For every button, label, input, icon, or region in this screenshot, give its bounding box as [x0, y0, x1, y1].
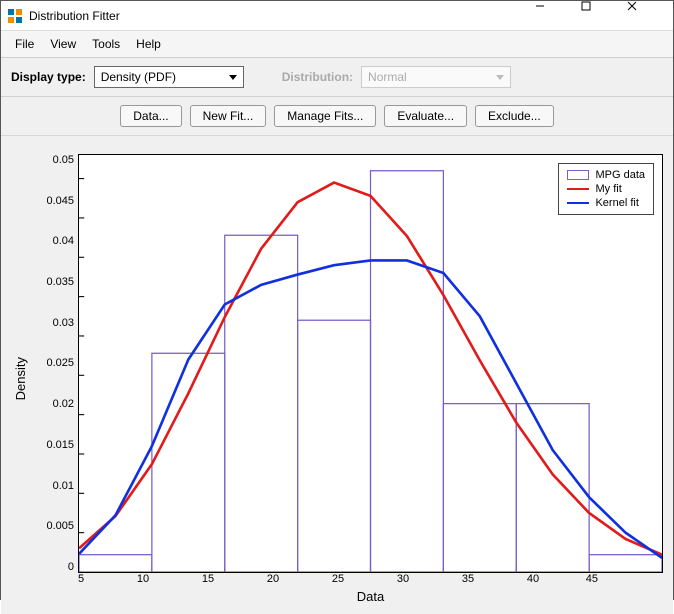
- display-type-value: Density (PDF): [101, 70, 176, 84]
- y-axis-label: Density: [11, 357, 30, 400]
- legend: MPG data My fit Kernel fit: [558, 163, 654, 215]
- x-ticks: 51015202530354045: [78, 573, 663, 585]
- legend-label-myfit: My fit: [595, 183, 621, 195]
- legend-label-kernel: Kernel fit: [595, 197, 638, 209]
- display-type-select[interactable]: Density (PDF): [94, 66, 244, 88]
- legend-swatch-kernel: [567, 202, 589, 204]
- display-toolbar: Display type: Density (PDF) Distribution…: [1, 58, 673, 97]
- window-title: Distribution Fitter: [29, 9, 535, 23]
- app-icon: [7, 8, 23, 24]
- exclude-button[interactable]: Exclude...: [475, 105, 554, 127]
- distribution-value: Normal: [368, 70, 407, 84]
- evaluate-button[interactable]: Evaluate...: [384, 105, 467, 127]
- distribution-select: Normal: [361, 66, 511, 88]
- y-ticks: 0.050.0450.040.0350.030.0250.020.0150.01…: [32, 154, 78, 573]
- action-toolbar: Data... New Fit... Manage Fits... Evalua…: [1, 97, 673, 136]
- plot-area: Density 0.050.0450.040.0350.030.0250.020…: [1, 136, 673, 614]
- menu-help[interactable]: Help: [130, 35, 167, 53]
- distribution-label: Distribution:: [282, 70, 353, 84]
- titlebar: Distribution Fitter: [1, 1, 673, 31]
- minimize-button[interactable]: [535, 1, 581, 31]
- legend-swatch-myfit: [567, 188, 589, 190]
- menu-view[interactable]: View: [44, 35, 82, 53]
- legend-swatch-mpg: [567, 170, 589, 180]
- new-fit-button[interactable]: New Fit...: [190, 105, 267, 127]
- legend-label-mpg: MPG data: [595, 169, 645, 181]
- menu-tools[interactable]: Tools: [86, 35, 126, 53]
- manage-fits-button[interactable]: Manage Fits...: [274, 105, 376, 127]
- menu-file[interactable]: File: [9, 35, 40, 53]
- menubar: File View Tools Help: [1, 31, 673, 58]
- chevron-down-icon: [494, 71, 506, 83]
- x-axis-label: Data: [78, 589, 663, 604]
- display-type-label: Display type:: [11, 70, 86, 84]
- maximize-button[interactable]: [581, 1, 627, 31]
- data-button[interactable]: Data...: [120, 105, 181, 127]
- chevron-down-icon: [227, 71, 239, 83]
- chart-canvas: MPG data My fit Kernel fit: [78, 154, 663, 573]
- close-button[interactable]: [627, 1, 673, 31]
